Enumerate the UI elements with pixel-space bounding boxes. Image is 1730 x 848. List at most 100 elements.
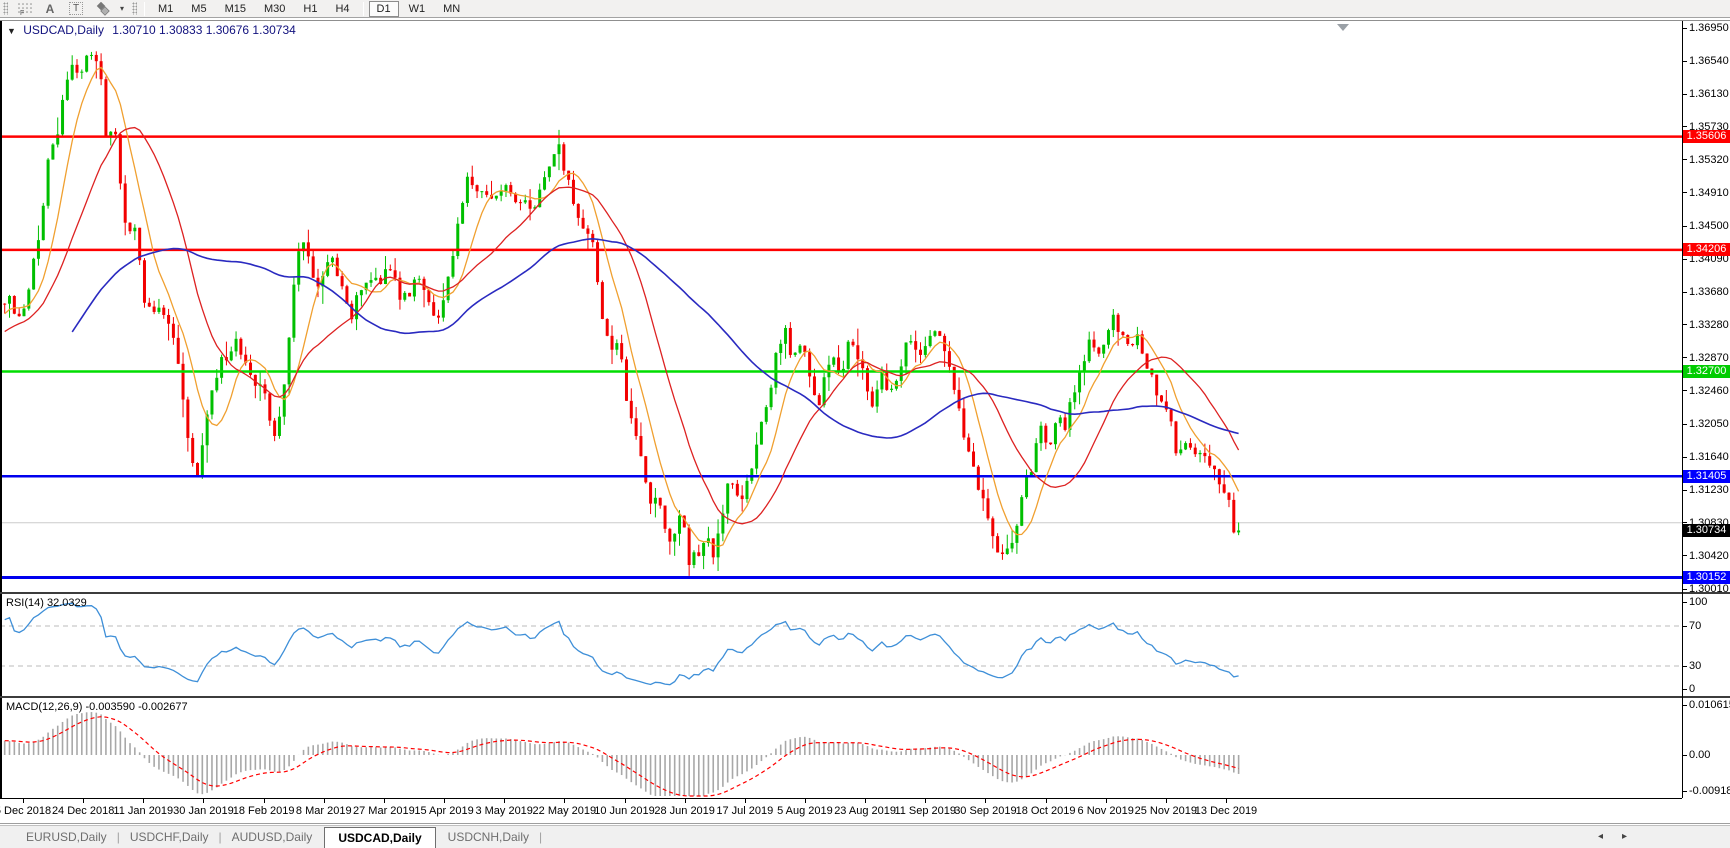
time-axis-tick (985, 799, 987, 803)
price-tick-label: 1.34500 (1689, 220, 1729, 233)
moving-average-line[interactable] (4, 66, 1240, 548)
time-axis-tick (263, 799, 265, 803)
price-axis-tick (1683, 192, 1687, 194)
geometric-shapes-icon[interactable] (91, 1, 113, 17)
price-level-label[interactable]: 1.30152 (1683, 571, 1730, 585)
timeframe-w1[interactable]: W1 (401, 1, 434, 17)
price-level-label[interactable]: 1.35606 (1683, 130, 1730, 144)
timeframe-mn[interactable]: MN (435, 1, 468, 17)
rsi-indicator-label: RSI(14) 32.0329 (6, 597, 87, 609)
chart-ohlc-values: 1.30710 1.30833 1.30676 1.30734 (112, 23, 296, 37)
price-tick-label: 1.36540 (1689, 55, 1729, 68)
macd-tick-label: 0.00 (1689, 749, 1711, 761)
shapes-glyph (96, 1, 110, 16)
price-tick-label: 1.31230 (1689, 484, 1729, 497)
price-tick-label: 1.30420 (1689, 549, 1729, 562)
timeframe-m30[interactable]: M30 (256, 1, 293, 17)
snap-grid-icon[interactable]: F (13, 1, 35, 17)
price-tick-label: 1.32870 (1689, 351, 1729, 364)
time-axis-tick (804, 799, 806, 803)
timeframe-m5[interactable]: M5 (183, 1, 214, 17)
timeframe-d1[interactable]: D1 (368, 0, 399, 17)
shapes-dropdown-caret-icon[interactable]: ▾ (117, 1, 127, 17)
panel-separator[interactable] (0, 696, 1730, 698)
macd-axis-tick (1683, 705, 1687, 706)
tab-scroll-left-icon[interactable]: ◂ (1598, 831, 1603, 842)
price-axis-tick (1683, 324, 1687, 326)
tab-separator: | (539, 830, 543, 844)
timeframe-h1[interactable]: H1 (295, 1, 325, 17)
symbol-tab-usdchf[interactable]: USDCHF,Daily (120, 826, 219, 848)
rsi-line (4, 602, 1239, 686)
time-axis-tick (925, 799, 927, 803)
rsi-panel[interactable] (0, 594, 1682, 696)
moving-average-line[interactable] (4, 126, 1240, 525)
rsi-axis-tick (1683, 666, 1687, 667)
toolbar-grip[interactable] (132, 2, 137, 15)
macd-tick-label: 0.010615 (1689, 699, 1730, 711)
price-axis-tick (1683, 390, 1687, 392)
macd-indicator-label: MACD(12,26,9) -0.003590 -0.002677 (6, 701, 188, 713)
tab-scroll-right-icon[interactable]: ▸ (1622, 831, 1627, 842)
price-tick-label: 1.36950 (1689, 22, 1729, 34)
symbol-tab-eurusd[interactable]: EURUSD,Daily (16, 826, 117, 848)
moving-average-line[interactable] (71, 237, 1239, 439)
price-level-label[interactable]: 1.34206 (1683, 243, 1730, 257)
rsi-tick-label: 70 (1689, 620, 1702, 632)
macd-tick-label: -0.009181 (1689, 785, 1730, 797)
timeframe-m1[interactable]: M1 (150, 1, 181, 17)
macd-histogram (3, 712, 1240, 796)
time-axis-tick (504, 799, 506, 803)
chart-shift-marker-icon[interactable] (1337, 24, 1349, 31)
price-axis-tick (1683, 126, 1687, 128)
svg-text:F: F (20, 10, 24, 16)
price-axis-tick (1683, 456, 1687, 458)
price-axis-tick (1683, 291, 1687, 293)
grid-dots-glyph: F (17, 2, 32, 16)
time-axis-tick (1045, 799, 1047, 803)
chart-window-bottom-border (0, 823, 1730, 824)
text-annotation-icon[interactable]: A (39, 1, 61, 17)
rsi-axis-tick (1683, 602, 1687, 603)
price-axis-tick (1683, 258, 1687, 260)
symbol-tabs: EURUSD,Daily | USDCHF,Daily | AUDUSD,Daily US… (0, 826, 542, 848)
price-axis-tick (1683, 588, 1687, 590)
symbol-tab-usdcnh[interactable]: USDCNH,Daily (438, 826, 539, 848)
time-axis-tick (865, 799, 867, 803)
price-level-label[interactable]: 1.32700 (1683, 365, 1730, 379)
price-axis-tick (1683, 225, 1687, 227)
price-tick-label: 1.32460 (1689, 384, 1729, 397)
current-price-label[interactable]: 1.30734 (1683, 523, 1730, 537)
time-axis-tick (684, 799, 686, 803)
macd-axis-tick (1683, 755, 1687, 756)
timeframe-buttons: M1 M5 M15 M30 H1 H4 D1 W1 MN (149, 0, 469, 17)
time-axis-tick (1226, 799, 1227, 803)
symbol-tab-usdcad[interactable]: USDCAD,Daily (324, 827, 436, 848)
title-dropdown-icon[interactable]: ▼ (7, 26, 16, 36)
time-axis-tick (23, 799, 24, 803)
macd-axis-tick (1683, 791, 1687, 792)
main-price-chart[interactable] (0, 21, 1682, 592)
price-axis-tick (1683, 159, 1687, 161)
time-axis-tick (323, 799, 325, 803)
rsi-tick-label: 100 (1689, 596, 1708, 608)
macd-panel[interactable] (0, 698, 1682, 798)
panel-separator[interactable] (0, 592, 1730, 594)
price-tick-label: 1.31640 (1689, 451, 1729, 464)
time-axis-line (0, 798, 1682, 799)
timeframe-h4[interactable]: H4 (327, 1, 357, 17)
symbol-tab-audusd[interactable]: AUDUSD,Daily (222, 826, 323, 848)
toolbar-separator (144, 1, 145, 16)
price-axis-tick (1683, 489, 1687, 491)
timeframe-m15[interactable]: M15 (217, 1, 254, 17)
rsi-axis-tick (1683, 626, 1687, 627)
time-axis-tick (624, 799, 626, 803)
price-axis-tick (1683, 357, 1687, 359)
chart-title[interactable]: ▼ USDCAD,Daily 1.30710 1.30833 1.30676 1… (7, 23, 301, 37)
price-level-label[interactable]: 1.31405 (1683, 469, 1730, 483)
text-label-icon[interactable]: T (65, 1, 87, 17)
price-tick-label: 1.33280 (1689, 318, 1729, 331)
toolbar-grip[interactable] (3, 2, 8, 15)
price-tick-label: 1.35320 (1689, 153, 1729, 166)
candlestick-series (3, 51, 1241, 576)
